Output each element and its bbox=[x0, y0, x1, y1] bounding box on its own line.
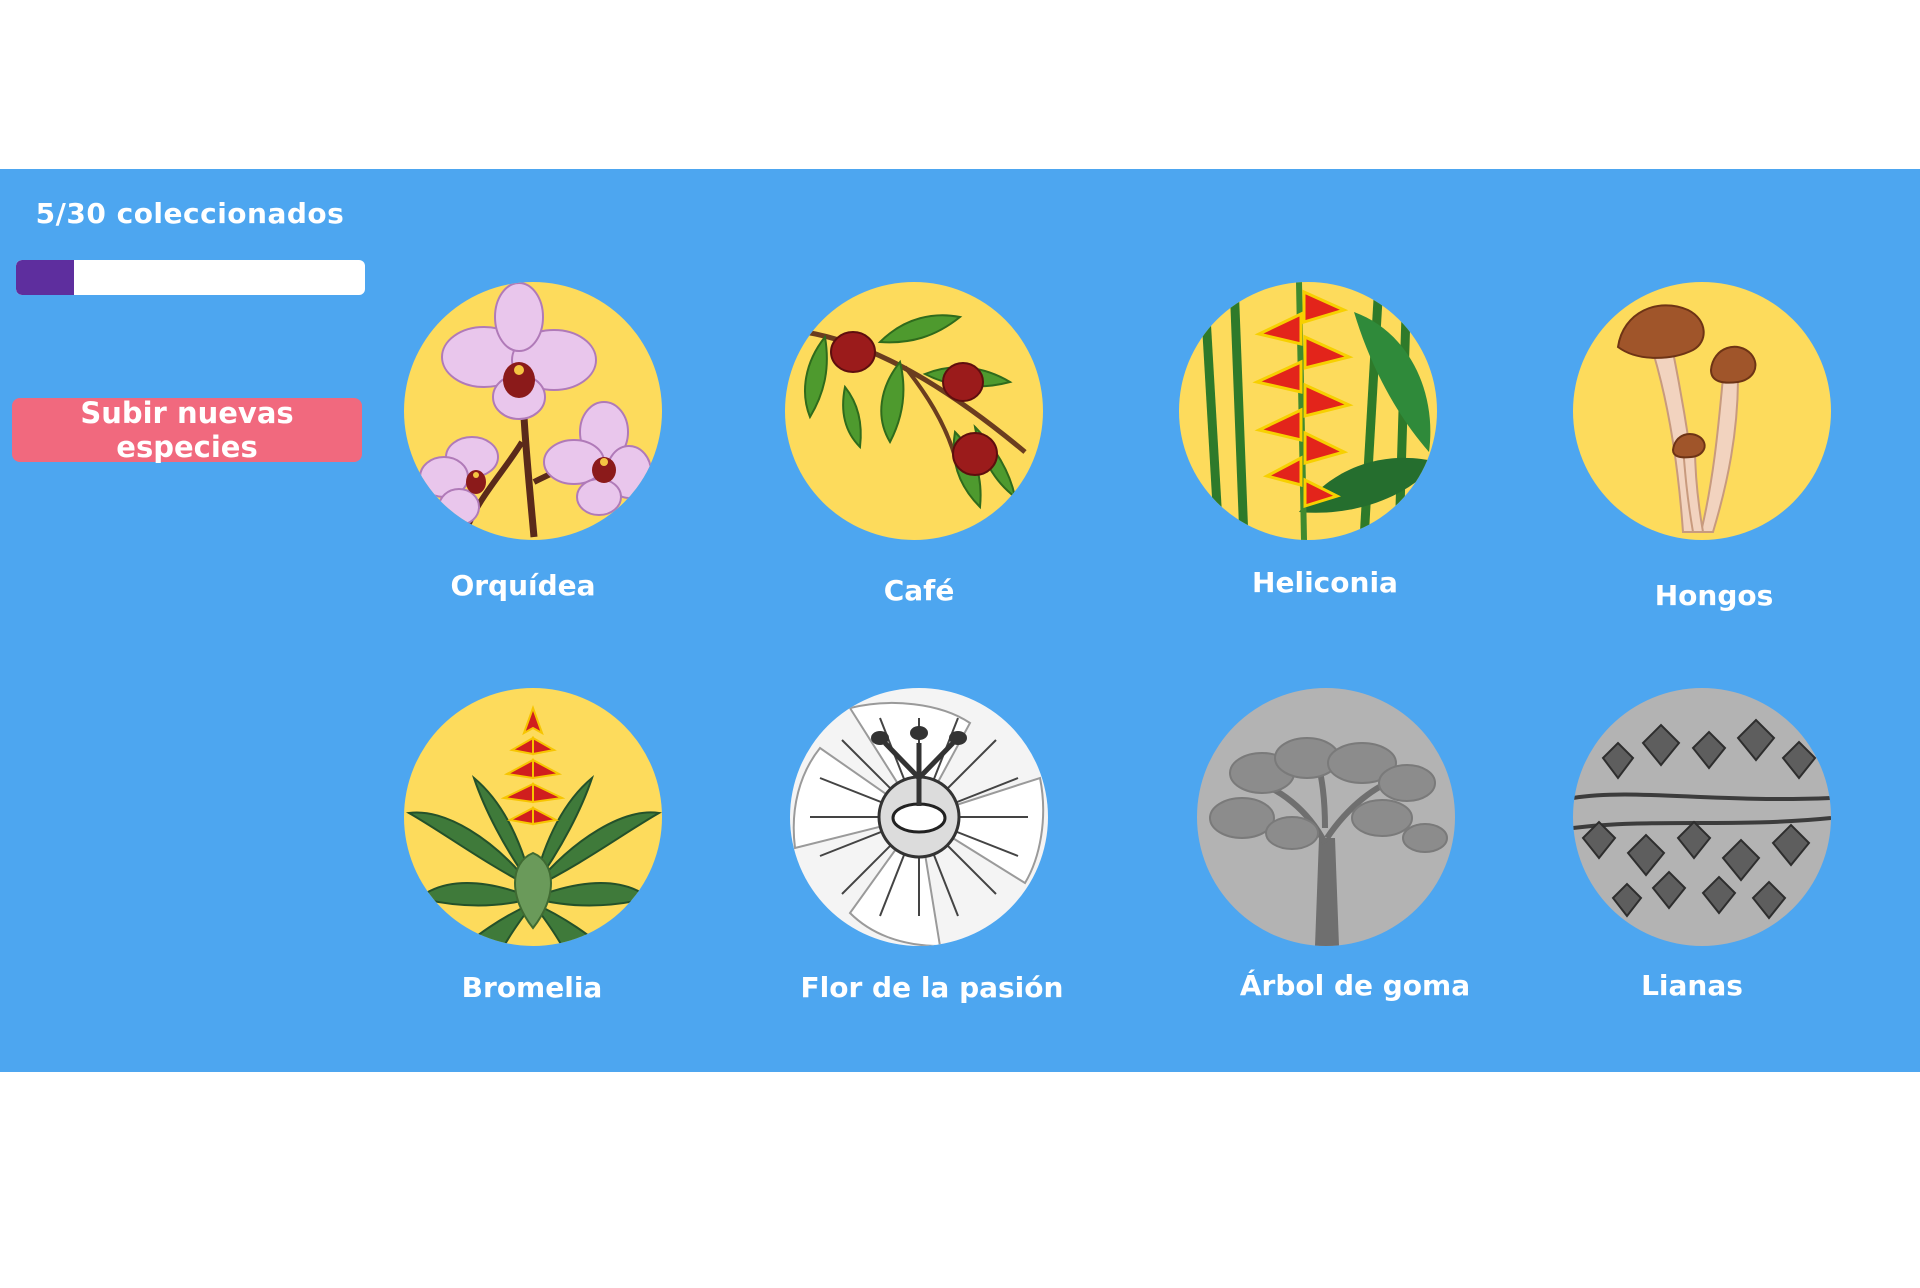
coffee-icon bbox=[785, 282, 1043, 540]
species-label: Bromelia bbox=[461, 971, 603, 1004]
bromeliad-icon bbox=[404, 688, 662, 946]
collection-progress-fill bbox=[16, 260, 75, 295]
species-collection-panel: 5/30 coleccionados Subir nuevas especies bbox=[0, 169, 1920, 1072]
species-label: Árbol de goma bbox=[1239, 969, 1471, 1002]
heliconia-icon bbox=[1179, 282, 1437, 540]
species-label: Flor de la pasión bbox=[800, 971, 1064, 1004]
collection-progress-bar bbox=[16, 260, 365, 295]
rubber-tree-icon bbox=[1197, 688, 1455, 946]
species-label: Hongos bbox=[1654, 579, 1774, 612]
passion-flower-icon bbox=[790, 688, 1048, 946]
species-label: Orquídea bbox=[450, 569, 596, 602]
orchid-icon bbox=[404, 282, 662, 540]
species-label: Café bbox=[883, 574, 955, 607]
species-label: Lianas bbox=[1641, 969, 1743, 1002]
lianas-icon bbox=[1573, 688, 1831, 946]
upload-new-species-button[interactable]: Subir nuevas especies bbox=[12, 396, 362, 464]
mushroom-icon bbox=[1573, 282, 1831, 540]
collection-progress-label: 5/30 coleccionados bbox=[35, 197, 345, 230]
species-label: Heliconia bbox=[1252, 566, 1398, 599]
